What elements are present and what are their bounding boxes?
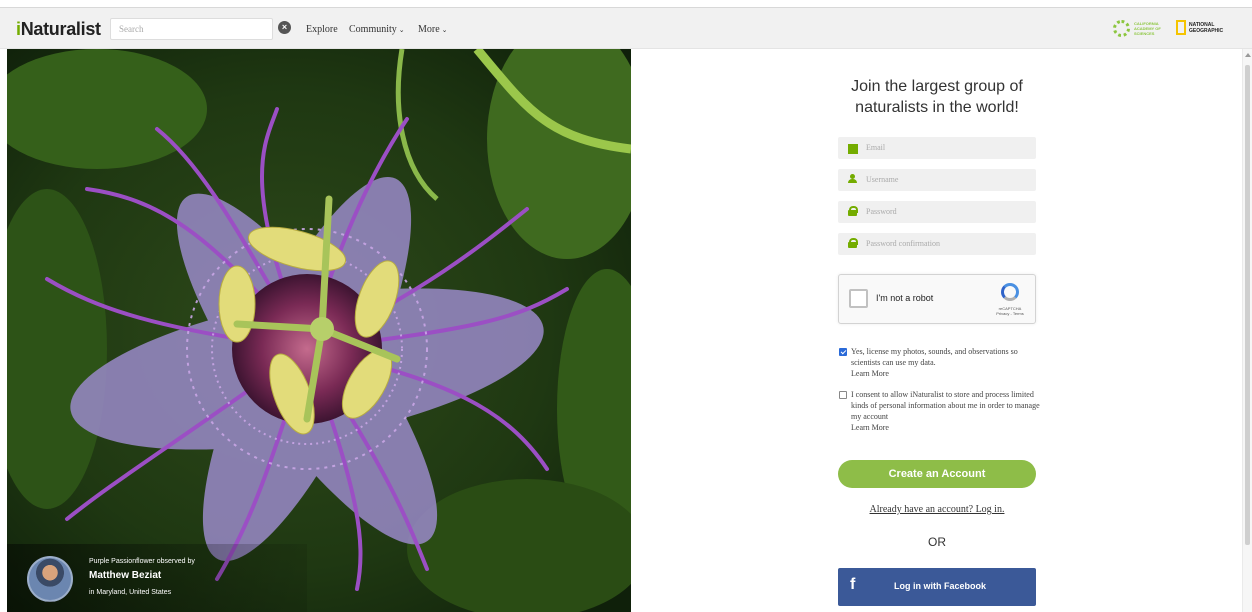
license-consent-text: Yes, license my photos, sounds, and obse… [851,346,1041,379]
passionflower-illustration [7,49,631,612]
clear-search-icon[interactable]: × [278,21,291,34]
email-placeholder: Email [866,143,886,152]
login-link[interactable]: Already have an account? Log in. [838,504,1036,515]
password-placeholder: Password [866,207,897,216]
cas-logo-text: CALIFORNIA ACADEMY OF SCIENCES [1134,21,1161,36]
california-academy-of-sciences-logo[interactable]: CALIFORNIA ACADEMY OF SCIENCES [1113,20,1176,37]
species-caption: Purple Passionflower observed by [89,558,195,565]
or-divider: OR [928,535,946,549]
window-top-edge [0,0,1252,8]
page-scrollbar[interactable] [1242,49,1252,612]
envelope-icon [848,144,858,154]
cas-emblem-icon [1113,20,1130,37]
create-account-button[interactable]: Create an Account [838,460,1036,488]
national-geographic-frame-icon [1176,20,1186,35]
user-icon [848,174,858,184]
photo-attribution: Purple Passionflower observed by Matthew… [7,544,307,612]
chevron-down-icon: ⌄ [398,26,405,34]
username-field[interactable]: Username [838,169,1036,191]
lock-icon [848,206,858,216]
scrollbar-thumb[interactable] [1245,65,1250,545]
observation-location: in Maryland, United States [89,589,172,596]
email-field[interactable]: Email [838,137,1036,159]
chevron-down-icon: ⌄ [441,26,448,34]
observer-name-link[interactable]: Matthew Beziat [89,570,161,581]
consent-text: I consent to allow iNaturalist to store … [851,390,1040,421]
top-navigation-bar: iNaturalist Search × Explore Community ⌄ … [0,8,1252,49]
password-confirmation-field[interactable]: Password confirmation [838,233,1036,255]
facebook-icon: f [850,576,856,593]
personal-info-consent-checkbox[interactable] [839,391,847,399]
facebook-login-button[interactable]: f Log in with Facebook [838,568,1036,606]
password-confirmation-placeholder: Password confirmation [866,239,940,248]
password-field[interactable]: Password [838,201,1036,223]
lock-icon [848,238,858,248]
license-text: Yes, license my photos, sounds, and obse… [851,347,1018,367]
nav-explore[interactable]: Explore [306,24,338,35]
recaptcha-brand: reCAPTCHA Privacy - Terms [996,306,1024,316]
learn-more-link[interactable]: Learn More [851,368,1041,379]
ng-logo-text: NATIONAL GEOGRAPHIC [1189,21,1224,34]
username-placeholder: Username [866,175,899,184]
national-geographic-logo[interactable]: NATIONAL GEOGRAPHIC [1176,20,1225,35]
recaptcha-logo-icon [1001,283,1019,301]
recaptcha-label: I'm not a robot [876,293,934,303]
recaptcha-privacy-terms-link[interactable]: Privacy - Terms [996,311,1023,316]
search-input[interactable]: Search [110,18,273,40]
nav-community[interactable]: Community ⌄ [349,24,405,35]
nav-more[interactable]: More ⌄ [418,24,448,35]
learn-more-link[interactable]: Learn More [851,422,1041,433]
facebook-login-label: Log in with Facebook [894,581,986,591]
inaturalist-logo[interactable]: iNaturalist [16,19,101,40]
recaptcha-widget: I'm not a robot reCAPTCHA Privacy - Terms [838,274,1036,324]
recaptcha-checkbox[interactable] [849,289,868,308]
license-checkbox[interactable] [839,348,847,356]
hero-photo-passionflower: Purple Passionflower observed by Matthew… [7,49,631,612]
scroll-up-arrow-icon[interactable] [1245,53,1251,57]
observer-avatar[interactable] [27,556,73,602]
signup-heading: Join the largest group of naturalists in… [851,78,1023,116]
personal-info-consent-text: I consent to allow iNaturalist to store … [851,389,1041,433]
